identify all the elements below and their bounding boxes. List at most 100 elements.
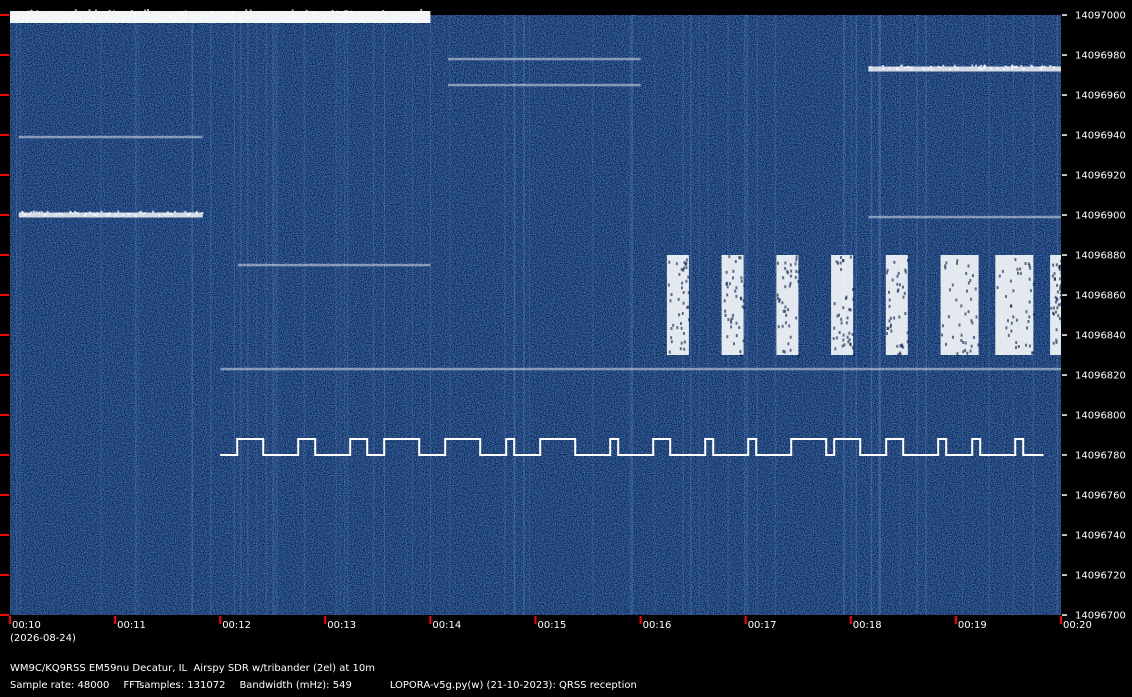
signal-speckle: [245, 9, 248, 12]
signal-speckle: [971, 64, 974, 67]
burst-gap: [794, 262, 797, 266]
burst-gap: [974, 287, 977, 291]
burst-gap: [728, 282, 731, 286]
burst-gap: [1015, 346, 1017, 350]
burst-gap: [1060, 347, 1063, 351]
signal-speckle: [131, 12, 134, 15]
signal-speckle: [40, 211, 43, 214]
burst-gap: [727, 318, 730, 322]
signal-speckle: [74, 9, 77, 12]
burst-gap: [680, 322, 682, 325]
signal-speckle: [418, 11, 421, 14]
signal-speckle: [46, 210, 49, 213]
burst-gap: [781, 301, 784, 305]
signal-speckle: [948, 68, 951, 70]
y-tick-right: [1062, 174, 1067, 176]
signal-speckle: [869, 66, 872, 68]
noise-streak: [274, 15, 277, 615]
burst-gap: [732, 269, 735, 273]
y-tick-left: [0, 254, 9, 256]
burst-gap: [787, 342, 790, 346]
signal-speckle: [134, 12, 136, 15]
burst-gap: [795, 316, 798, 320]
signal-speckle: [990, 67, 993, 70]
signal-speckle: [420, 12, 423, 15]
y-tick-left: [0, 174, 9, 176]
burst-gap: [849, 308, 852, 312]
burst-gap: [789, 281, 792, 285]
noise-streak: [239, 15, 242, 615]
signal-speckle: [76, 212, 79, 215]
signal-speckle: [23, 213, 26, 216]
burst-gap: [967, 310, 970, 314]
y-tick-label: 14096880: [1075, 251, 1126, 262]
y-tick-left: [0, 334, 9, 336]
burst-gap: [777, 296, 779, 300]
signal-speckle: [980, 68, 983, 70]
burst-gap: [846, 335, 849, 339]
signal-speckle: [94, 9, 97, 12]
burst-gap: [784, 285, 787, 289]
burst-gap: [788, 284, 791, 288]
burst-gap: [1059, 317, 1061, 321]
signal-speckle: [930, 65, 932, 68]
signal-speckle: [72, 212, 75, 215]
burst-gap: [896, 344, 899, 348]
burst-gap: [1028, 344, 1031, 348]
signal-speckle: [1053, 66, 1056, 69]
signal-speckle: [52, 12, 55, 15]
burst-gap: [681, 281, 684, 285]
burst-gap: [667, 283, 670, 287]
y-tick-label: 14096820: [1075, 371, 1126, 382]
burst-gap: [740, 276, 743, 280]
y-tick-label: 14096800: [1075, 411, 1126, 422]
burst-gap: [970, 297, 973, 301]
x-tick: [1060, 616, 1062, 624]
y-tick-right: [1062, 414, 1067, 416]
signal-speckle: [420, 9, 423, 12]
burst-gap: [944, 266, 947, 270]
burst-gap: [1015, 341, 1018, 345]
burst-gap: [797, 354, 800, 358]
signal-speckle: [906, 65, 909, 68]
signal-speckle: [1041, 65, 1044, 68]
burst-gap: [1059, 291, 1062, 295]
signal-burst: [940, 255, 979, 355]
burst-gap: [996, 286, 999, 290]
signal-speckle: [1011, 67, 1014, 70]
burst-gap: [784, 309, 787, 313]
signal-speckle: [33, 210, 35, 213]
burst-gap: [842, 259, 845, 263]
burst-gap: [962, 350, 965, 354]
x-tick: [324, 616, 327, 624]
signal-speckle: [21, 211, 24, 214]
signal-speckle: [996, 67, 999, 70]
burst-gap: [1029, 289, 1032, 293]
burst-gap: [1052, 341, 1055, 345]
burst-gap: [903, 291, 906, 295]
signal-speckle: [1031, 65, 1034, 68]
burst-gap: [1056, 290, 1059, 294]
noise-streak: [303, 15, 306, 615]
burst-gap: [1010, 304, 1013, 308]
signal-speckle: [140, 210, 143, 213]
x-tick: [219, 616, 222, 624]
burst-gap: [956, 259, 959, 263]
burst-gap: [1012, 289, 1015, 293]
signal-speckle: [1039, 68, 1042, 71]
y-tick-left: [0, 94, 9, 96]
burst-gap: [1050, 306, 1053, 310]
burst-gap: [777, 325, 780, 329]
burst-gap: [888, 290, 890, 294]
signal-speckle: [100, 210, 103, 213]
burst-gap: [1031, 351, 1034, 355]
burst-gap: [848, 331, 851, 335]
burst-gap: [789, 348, 792, 352]
burst-gap: [778, 298, 781, 302]
noise-streak: [746, 15, 749, 615]
burst-gap: [738, 326, 741, 329]
signal-speckle: [139, 12, 142, 15]
burst-gap: [1015, 318, 1018, 322]
burst-gap: [852, 288, 855, 292]
burst-gap: [1017, 271, 1019, 275]
